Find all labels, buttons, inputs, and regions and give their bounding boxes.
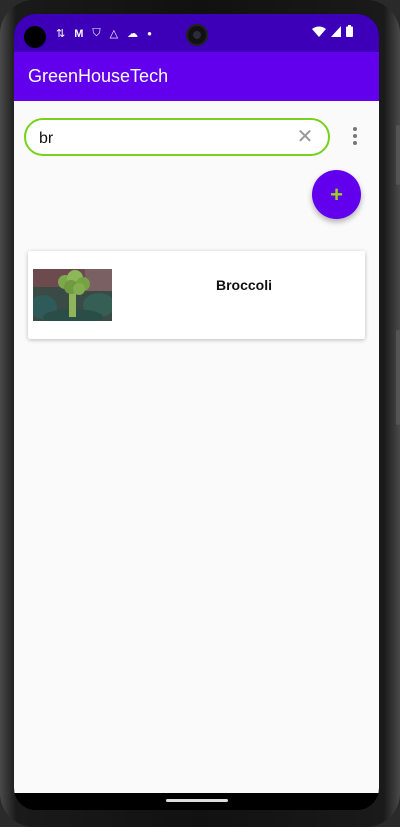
more-options-icon[interactable] <box>350 127 360 149</box>
main-content: br ✕ + Broccoli <box>14 101 379 793</box>
notification-icons: ⇅ M ⛉ △ ☁ ● <box>56 27 152 40</box>
dot-icon: ● <box>147 29 152 38</box>
signal-alt-icon: ⇅ <box>56 28 66 40</box>
gmail-icon: M <box>74 27 84 40</box>
shield-icon: ⛉ <box>92 27 101 39</box>
broccoli-photo <box>33 269 112 321</box>
add-button[interactable]: + <box>312 170 361 219</box>
home-gesture-handle[interactable] <box>166 799 228 802</box>
search-query[interactable]: br <box>39 130 53 148</box>
volume-button <box>396 330 400 425</box>
front-camera-left <box>24 26 46 48</box>
screen: ⇅ M ⛉ △ ☁ ● GreenHouseTech br ✕ + Brocco… <box>14 14 379 810</box>
battery-icon <box>346 25 353 37</box>
wifi-icon <box>312 26 326 37</box>
app-bar: GreenHouseTech <box>14 52 379 101</box>
cloud-icon: ☁ <box>127 28 139 40</box>
navigation-bar <box>14 793 379 810</box>
search-input[interactable]: br ✕ <box>24 118 330 156</box>
power-button <box>396 125 400 185</box>
cell-signal-icon <box>331 25 341 37</box>
system-icons <box>312 25 353 37</box>
front-camera <box>186 24 208 46</box>
drive-icon: △ <box>109 28 119 40</box>
item-name: Broccoli <box>216 277 273 293</box>
phone-frame: ⇅ M ⛉ △ ☁ ● GreenHouseTech br ✕ + Brocco… <box>0 0 400 827</box>
app-title: GreenHouseTech <box>28 66 169 86</box>
list-item[interactable]: Broccoli <box>28 251 365 339</box>
status-bar: ⇅ M ⛉ △ ☁ ● <box>14 14 379 52</box>
clear-search-icon[interactable]: ✕ <box>296 127 314 147</box>
